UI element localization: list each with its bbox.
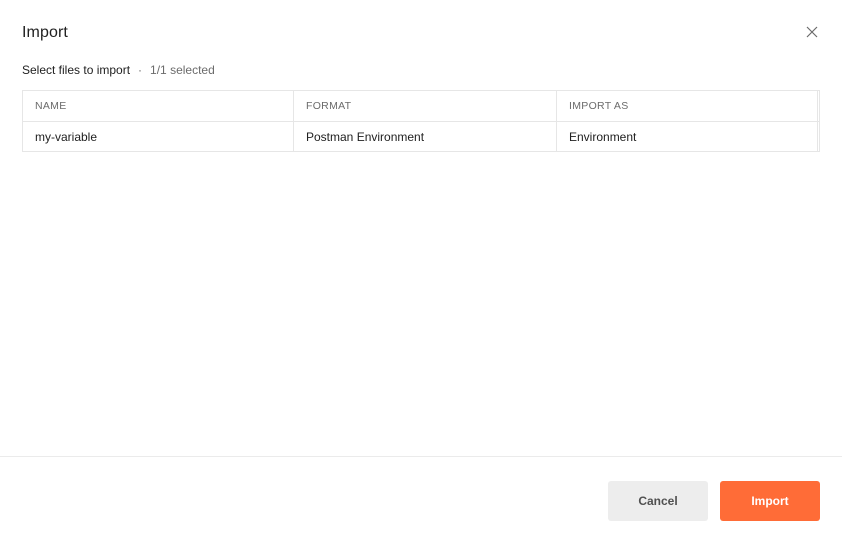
table-row[interactable]: my-variable Postman Environment Environm… bbox=[23, 121, 819, 151]
close-button[interactable] bbox=[802, 22, 822, 42]
files-table: NAME FORMAT IMPORT AS my-variable Postma… bbox=[22, 90, 820, 152]
column-header-name: NAME bbox=[35, 100, 67, 112]
column-header-import-as: IMPORT AS bbox=[556, 91, 818, 121]
import-dialog: Import Select files to import · 1/1 sele… bbox=[0, 0, 842, 543]
table-header-row: NAME FORMAT IMPORT AS bbox=[23, 91, 819, 121]
cancel-button[interactable]: Cancel bbox=[608, 481, 708, 521]
selection-count: 1/1 selected bbox=[150, 63, 215, 77]
subtitle-label: Select files to import bbox=[22, 63, 131, 77]
column-header-format: FORMAT bbox=[293, 91, 556, 121]
file-name-cell: my-variable bbox=[35, 129, 98, 144]
dialog-title: Import bbox=[22, 24, 68, 41]
footer-divider bbox=[0, 456, 842, 457]
import-button[interactable]: Import bbox=[720, 481, 820, 521]
file-format-cell: Postman Environment bbox=[293, 122, 556, 151]
selection-summary: Select files to import · 1/1 selected bbox=[22, 63, 215, 77]
import-as-cell[interactable]: Environment bbox=[556, 122, 818, 151]
close-icon bbox=[806, 26, 818, 38]
separator-dot: · bbox=[138, 63, 143, 77]
